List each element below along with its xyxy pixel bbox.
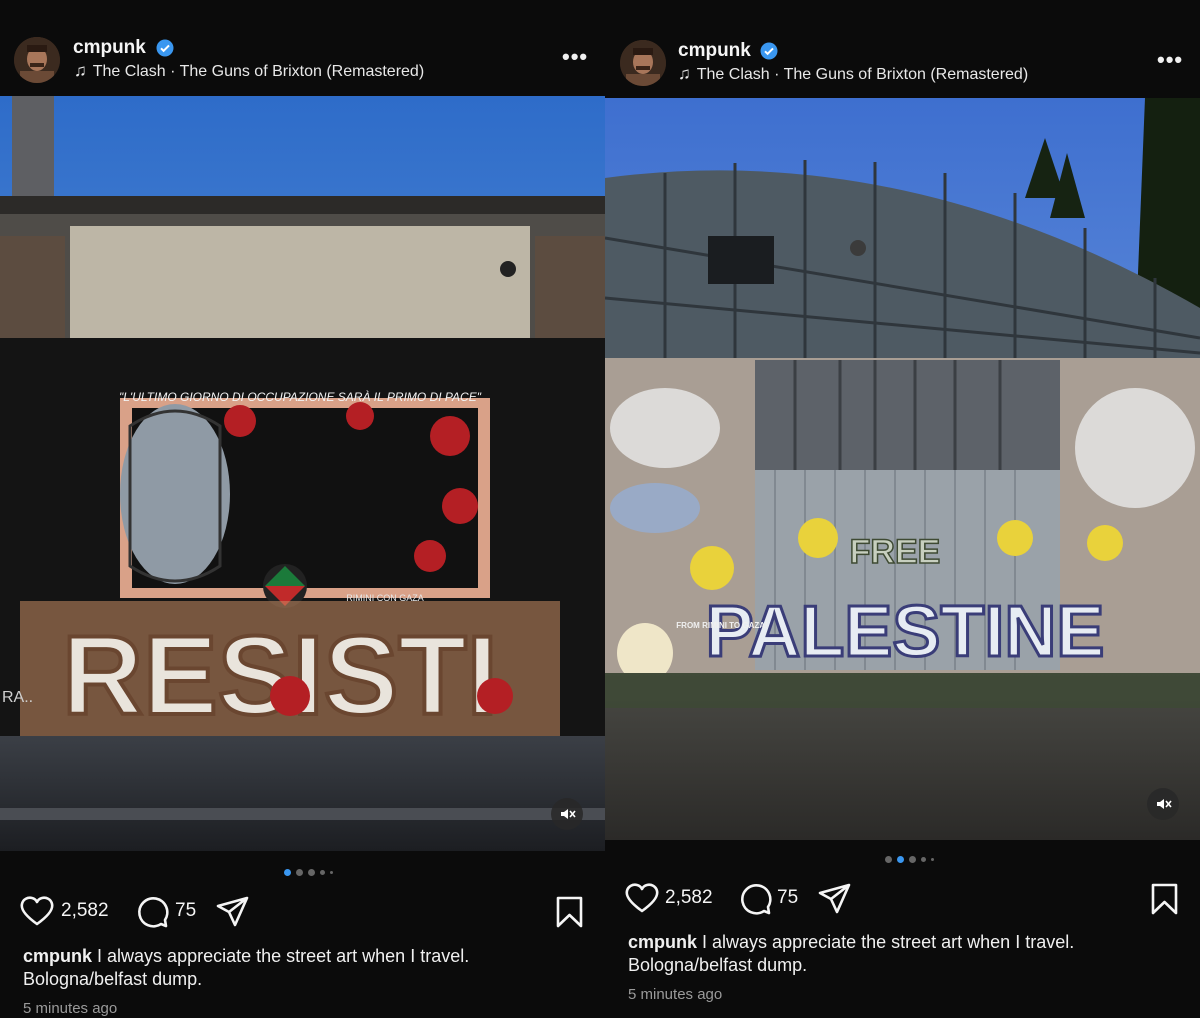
post-photo[interactable]: FREE PALESTINE FROM RIMINI TO GAZA! bbox=[605, 98, 1200, 840]
bookmark-icon bbox=[1151, 883, 1178, 915]
mute-icon bbox=[1157, 799, 1172, 809]
comment-count: 75 bbox=[175, 900, 197, 921]
carousel-dot bbox=[296, 869, 303, 876]
post-photo[interactable]: "L'ULTIMO GIORNO DI OCCUPAZIONE SARÀ IL … bbox=[0, 96, 605, 851]
share-icon bbox=[818, 883, 851, 914]
carousel-dot bbox=[885, 856, 892, 863]
share-button[interactable] bbox=[818, 883, 851, 915]
verified-badge-icon bbox=[760, 42, 778, 60]
comment-button[interactable] bbox=[135, 895, 169, 929]
mural-palestine-image: FREE PALESTINE FROM RIMINI TO GAZA! bbox=[605, 98, 1200, 840]
caption-text-line2: Bologna/belfast dump. bbox=[23, 969, 203, 989]
post-header: cmpunk ♫ The Clash · The Guns of Brixton … bbox=[0, 0, 605, 96]
mural-free-text: FREE bbox=[850, 533, 941, 571]
carousel-dot bbox=[308, 869, 315, 876]
mural-corner-text: RA.. bbox=[2, 689, 33, 706]
like-count: 2,582 bbox=[665, 887, 713, 908]
caption-username[interactable]: cmpunk bbox=[23, 946, 92, 966]
more-options-icon[interactable]: ••• bbox=[1157, 47, 1183, 73]
mute-button[interactable] bbox=[1147, 788, 1179, 820]
mural-quote: "L'ULTIMO GIORNO DI OCCUPAZIONE SARÀ IL … bbox=[119, 389, 482, 404]
caption-text-line1: I always appreciate the street art when … bbox=[702, 932, 1075, 952]
song-title: The Clash · The Guns of Brixton (Remaste… bbox=[696, 66, 1029, 83]
heart-icon bbox=[20, 896, 54, 926]
caption-text-line2: Bologna/belfast dump. bbox=[628, 955, 808, 975]
song-attribution[interactable]: ♫ The Clash · The Guns of Brixton (Remast… bbox=[678, 64, 1028, 84]
avatar[interactable] bbox=[14, 37, 60, 83]
song-title: The Clash · The Guns of Brixton (Remaste… bbox=[92, 63, 425, 80]
caption: cmpunk I always appreciate the street ar… bbox=[628, 931, 1074, 977]
action-bar: 2,582 75 bbox=[0, 892, 605, 932]
post-timestamp: 5 minutes ago bbox=[23, 1000, 118, 1017]
action-bar: 2,582 75 bbox=[605, 879, 1200, 919]
post-card-right: cmpunk ♫ The Clash · The Guns of Brixton … bbox=[605, 0, 1200, 1018]
carousel-dot bbox=[320, 870, 325, 875]
username[interactable]: cmpunk bbox=[678, 40, 751, 62]
carousel-dot bbox=[330, 871, 333, 874]
comment-icon bbox=[138, 897, 169, 928]
mural-small-text: FROM RIMINI TO GAZA! bbox=[676, 621, 767, 630]
verified-badge-icon bbox=[156, 39, 174, 57]
post-card-left: cmpunk ♫ The Clash · The Guns of Brixton … bbox=[0, 0, 605, 1018]
carousel-indicator bbox=[284, 869, 333, 876]
post-header: cmpunk ♫ The Clash · The Guns of Brixton … bbox=[605, 0, 1200, 96]
carousel-dot bbox=[284, 869, 291, 876]
mural-resisti-image: "L'ULTIMO GIORNO DI OCCUPAZIONE SARÀ IL … bbox=[0, 96, 605, 851]
caption-text-line1: I always appreciate the street art when … bbox=[97, 946, 470, 966]
screenshot-composite: cmpunk ♫ The Clash · The Guns of Brixton … bbox=[0, 0, 1200, 1018]
bookmark-button[interactable] bbox=[556, 896, 583, 928]
more-options-icon[interactable]: ••• bbox=[562, 44, 588, 70]
bookmark-button[interactable] bbox=[1151, 883, 1178, 915]
music-note-icon: ♫ bbox=[74, 61, 87, 80]
like-button[interactable] bbox=[625, 883, 659, 913]
share-button[interactable] bbox=[216, 896, 249, 928]
comment-icon bbox=[741, 884, 772, 915]
music-note-icon: ♫ bbox=[678, 64, 691, 83]
mural-main-text: PALESTINE bbox=[706, 592, 1105, 672]
mural-main-text: RESISTI bbox=[62, 613, 498, 738]
carousel-dot bbox=[909, 856, 916, 863]
caption: cmpunk I always appreciate the street ar… bbox=[23, 945, 469, 991]
caption-username[interactable]: cmpunk bbox=[628, 932, 697, 952]
comment-count: 75 bbox=[777, 887, 799, 908]
like-count: 2,582 bbox=[61, 900, 109, 921]
post-timestamp: 5 minutes ago bbox=[628, 986, 723, 1003]
bookmark-icon bbox=[556, 896, 583, 928]
song-attribution[interactable]: ♫ The Clash · The Guns of Brixton (Remast… bbox=[74, 61, 424, 81]
like-button[interactable] bbox=[20, 896, 54, 926]
avatar[interactable] bbox=[620, 40, 666, 86]
carousel-indicator bbox=[885, 856, 934, 863]
mute-icon bbox=[561, 809, 576, 819]
mute-button[interactable] bbox=[551, 798, 583, 830]
heart-icon bbox=[625, 883, 659, 913]
carousel-dot bbox=[897, 856, 904, 863]
share-icon bbox=[216, 896, 249, 927]
username[interactable]: cmpunk bbox=[73, 37, 146, 59]
carousel-dot bbox=[921, 857, 926, 862]
carousel-dot bbox=[931, 858, 934, 861]
comment-button[interactable] bbox=[738, 882, 772, 916]
